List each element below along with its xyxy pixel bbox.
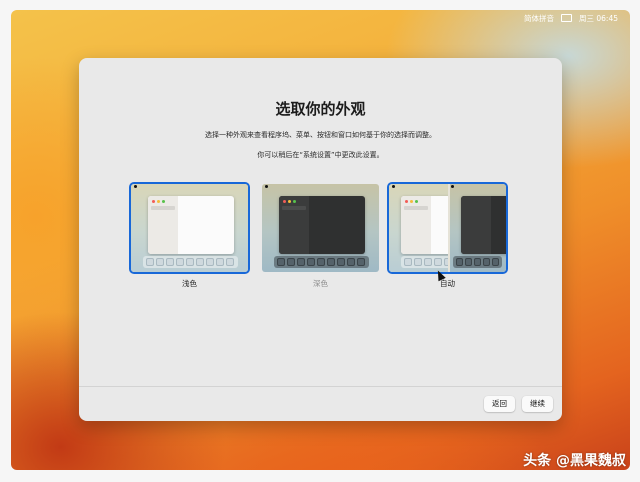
option-label-dark: 深色 [313,279,328,288]
camera-dot [134,185,137,188]
camera-dot [392,185,395,188]
dock-preview [143,256,238,268]
menu-bar-clock[interactable]: 周三 06:45 [579,13,618,24]
appearance-setup-dialog: 选取你的外观 选择一种外观来查看程序坞、菜单、按钮和窗口如何基于你的选择而调整。… [79,58,562,421]
camera-dot [265,185,268,188]
appearance-preview-auto[interactable] [387,182,508,274]
continue-button[interactable]: 继续 [522,396,553,412]
footer-divider [79,386,562,387]
description-text: 选择一种外观来查看程序坞、菜单、按钮和窗口如何基于你的选择而调整。 [205,131,436,139]
description-hint: 你可以稍后在“系统设置”中更改此设置。 [257,151,384,159]
option-label-auto: 自动 [440,279,455,288]
keyboard-icon[interactable] [561,14,572,22]
appearance-option-light[interactable]: 浅色 [129,182,250,289]
appearance-option-dark[interactable]: 深色 [260,182,381,289]
menu-bar: 简体拼音 周三 06:45 [11,10,630,26]
appearance-preview-light[interactable] [129,182,250,274]
desktop: 简体拼音 周三 06:45 选取你的外观 选择一种外观来查看程序坞、菜单、按钮和… [11,10,630,470]
window-preview [148,196,234,254]
input-method-label[interactable]: 简体拼音 [524,13,554,24]
watermark: 头条 @黑果魏叔 [523,453,626,469]
appearance-preview-dark[interactable] [260,182,381,274]
option-label-light: 浅色 [182,279,197,288]
camera-dot [451,185,454,188]
back-button[interactable]: 返回 [484,396,515,412]
page-title: 选取你的外观 [275,100,366,118]
window-preview [279,196,365,254]
appearance-option-auto[interactable]: 自动 [387,182,508,289]
dock-preview [274,256,369,268]
